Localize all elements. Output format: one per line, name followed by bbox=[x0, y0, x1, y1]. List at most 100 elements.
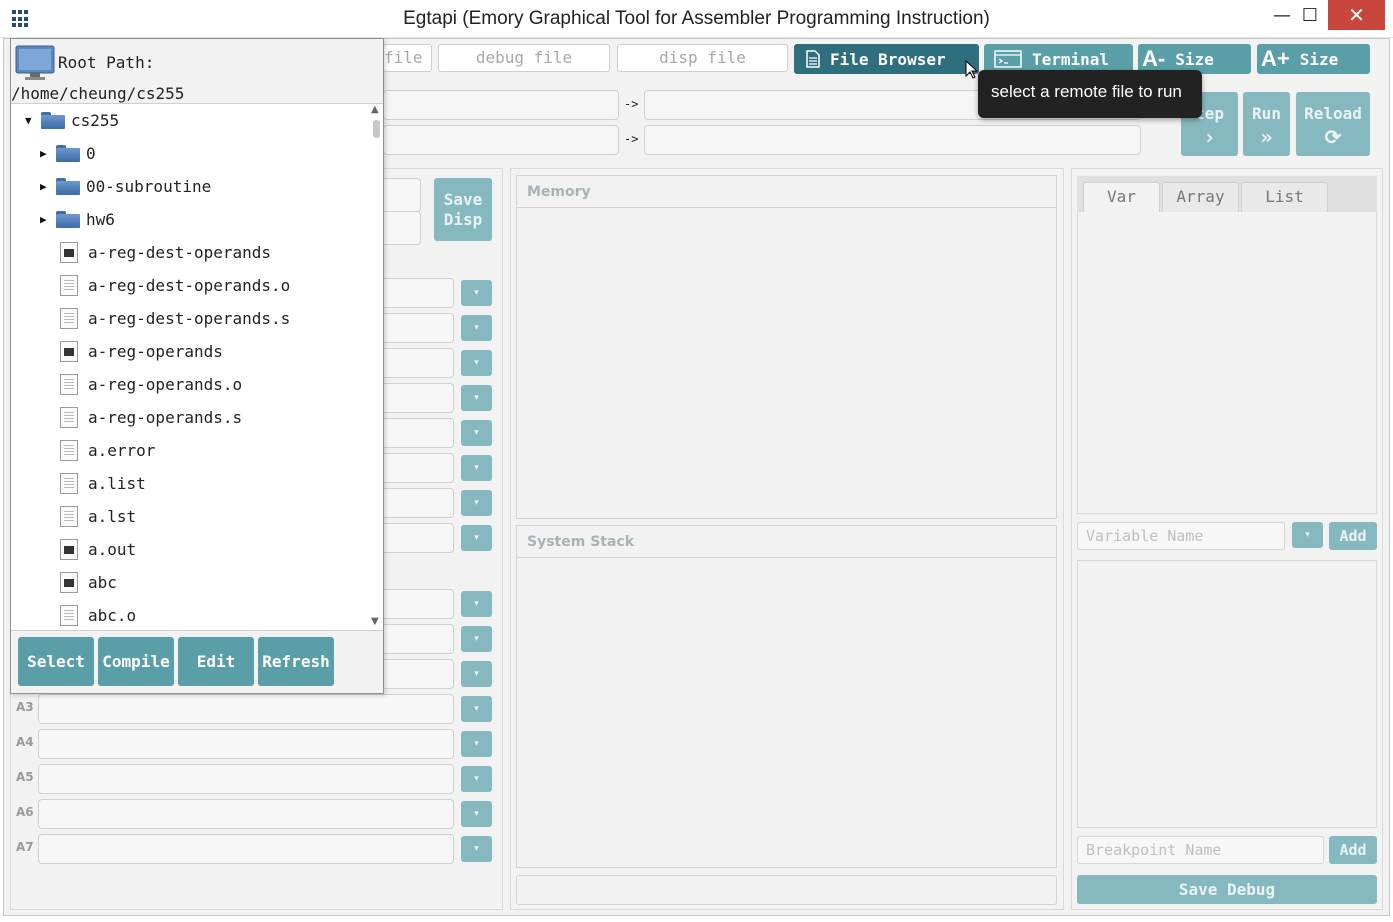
close-button[interactable]: ✕ bbox=[1328, 0, 1385, 30]
edit-button[interactable]: Edit bbox=[178, 637, 254, 686]
terminal-icon bbox=[994, 50, 1022, 68]
register-dropdown[interactable]: ▾ bbox=[461, 315, 492, 341]
register-label-a7: A7 bbox=[16, 840, 34, 854]
collapsed-triangle-icon[interactable]: ▶ bbox=[40, 213, 54, 226]
register-dropdown[interactable]: ▾ bbox=[461, 420, 492, 446]
mapping-source-field-1[interactable] bbox=[383, 90, 619, 120]
tree-item-label: 00-subroutine bbox=[86, 177, 212, 196]
breakpoint-list bbox=[1077, 560, 1377, 828]
register-field-a5[interactable] bbox=[38, 764, 454, 794]
register-dropdown[interactable]: ▾ bbox=[461, 626, 492, 652]
window-title: Egtapi (Emory Graphical Tool for Assembl… bbox=[403, 8, 990, 29]
size-down-label: Size bbox=[1175, 49, 1214, 69]
tree-file-item[interactable]: a-reg-dest-operands bbox=[40, 236, 271, 269]
tab-array[interactable]: Array bbox=[1162, 182, 1239, 212]
reload-icon: ⟳ bbox=[1324, 125, 1342, 149]
run-button[interactable]: Run » bbox=[1243, 92, 1290, 156]
add-breakpoint-button[interactable]: Add bbox=[1329, 836, 1377, 864]
tree-file-item[interactable]: a.out bbox=[40, 533, 136, 566]
add-variable-button[interactable]: Add bbox=[1329, 522, 1377, 550]
tree-file-item[interactable]: a-reg-operands.o bbox=[40, 368, 242, 401]
mapping-target-field-2[interactable] bbox=[644, 125, 1141, 155]
tab-list[interactable]: List bbox=[1241, 182, 1328, 212]
run-file-field[interactable]: file bbox=[383, 44, 432, 72]
variable-name-input[interactable]: Variable Name bbox=[1077, 522, 1285, 550]
disp-file-field[interactable]: disp file bbox=[617, 44, 788, 72]
disp-field-1[interactable] bbox=[383, 178, 421, 212]
executable-file-icon bbox=[60, 572, 78, 593]
tree-file-item[interactable]: a.list bbox=[40, 467, 146, 500]
tree-item-label: a-reg-dest-operands.s bbox=[88, 309, 291, 328]
mapping-source-field-2[interactable] bbox=[383, 125, 619, 155]
tree-item-label: a.out bbox=[88, 540, 137, 559]
tree-folder-item[interactable]: ▶ 0 bbox=[40, 137, 96, 170]
increase-size-button[interactable]: A+ Size bbox=[1257, 44, 1370, 74]
register-field-a7[interactable] bbox=[38, 834, 454, 864]
file-browser-button[interactable]: File Browser bbox=[794, 44, 979, 74]
file-tree[interactable]: ▼ cs255 ▶ 0 ▶ 00-subroutine ▶ hw6 a-reg-dest-ope… bbox=[11, 103, 383, 631]
register-dropdown[interactable]: ▾ bbox=[461, 385, 492, 411]
tree-file-item[interactable]: a-reg-operands.s bbox=[40, 401, 242, 434]
register-dropdown[interactable]: ▾ bbox=[461, 591, 492, 617]
tree-file-item[interactable]: abc.o bbox=[40, 599, 137, 630]
text-file-icon bbox=[60, 473, 78, 494]
register-dropdown[interactable]: ▾ bbox=[461, 661, 492, 687]
register-dropdown-a3[interactable]: ▾ bbox=[461, 696, 492, 722]
compile-button[interactable]: Compile bbox=[98, 637, 174, 686]
register-dropdown[interactable]: ▾ bbox=[461, 490, 492, 516]
variable-type-dropdown[interactable]: ▾ bbox=[1292, 522, 1323, 548]
folder-icon bbox=[41, 112, 65, 129]
tree-file-item[interactable]: a.lst bbox=[40, 500, 136, 533]
register-label-a3: A3 bbox=[16, 700, 34, 714]
tree-item-label: a-reg-operands bbox=[88, 342, 223, 361]
reload-label: Reload bbox=[1304, 104, 1362, 123]
register-field-a6[interactable] bbox=[38, 799, 454, 829]
register-field-a3[interactable] bbox=[38, 694, 454, 724]
register-dropdown[interactable]: ▾ bbox=[461, 525, 492, 551]
tree-file-item[interactable]: a.error bbox=[40, 434, 155, 467]
tree-file-item[interactable]: a-reg-operands bbox=[40, 335, 223, 368]
breakpoint-name-input[interactable]: Breakpoint Name bbox=[1077, 836, 1324, 864]
register-label-a4: A4 bbox=[16, 735, 34, 749]
tree-item-label: a-reg-dest-operands bbox=[88, 243, 272, 262]
tree-scrollbar[interactable] bbox=[371, 104, 383, 630]
tree-item-label: a-reg-dest-operands.o bbox=[88, 276, 291, 295]
disp-field-2[interactable] bbox=[383, 211, 421, 245]
scroll-thumb[interactable] bbox=[373, 120, 380, 138]
register-dropdown[interactable]: ▾ bbox=[461, 350, 492, 376]
document-icon bbox=[806, 50, 820, 68]
select-button[interactable]: Select bbox=[18, 637, 94, 686]
scroll-down-icon[interactable]: ▼ bbox=[371, 616, 379, 627]
register-dropdown-a4[interactable]: ▾ bbox=[461, 731, 492, 757]
register-dropdown-a6[interactable]: ▾ bbox=[461, 801, 492, 827]
register-dropdown[interactable]: ▾ bbox=[461, 455, 492, 481]
tree-folder-item[interactable]: ▶ 00-subroutine bbox=[40, 170, 211, 203]
register-field-a4[interactable] bbox=[38, 729, 454, 759]
folder-icon bbox=[56, 211, 80, 228]
save-disp-button[interactable]: Save Disp bbox=[434, 178, 492, 241]
tree-item-label: abc.o bbox=[88, 606, 137, 625]
collapsed-triangle-icon[interactable]: ▶ bbox=[40, 147, 54, 160]
debug-file-field[interactable]: debug file bbox=[438, 44, 610, 72]
font-increase-icon: A+ bbox=[1261, 46, 1290, 71]
tree-folder-item[interactable]: ▼ cs255 bbox=[25, 104, 119, 137]
save-debug-button[interactable]: Save Debug bbox=[1077, 875, 1377, 904]
collapsed-triangle-icon[interactable]: ▶ bbox=[40, 180, 54, 193]
scroll-up-icon[interactable]: ▲ bbox=[371, 104, 379, 115]
register-dropdown-a7[interactable]: ▾ bbox=[461, 836, 492, 862]
memory-panel: Memory bbox=[516, 175, 1057, 519]
tree-folder-item[interactable]: ▶ hw6 bbox=[40, 203, 115, 236]
size-up-label: Size bbox=[1299, 49, 1339, 69]
tree-file-item[interactable]: a-reg-dest-operands.s bbox=[40, 302, 290, 335]
refresh-button[interactable]: Refresh bbox=[258, 637, 334, 686]
tree-file-item[interactable]: a-reg-dest-operands.o bbox=[40, 269, 290, 302]
maximize-button[interactable]: ☐ bbox=[1287, 0, 1333, 30]
tree-item-label: cs255 bbox=[71, 111, 120, 130]
tree-file-item[interactable]: abc bbox=[40, 566, 117, 599]
register-dropdown-a5[interactable]: ▾ bbox=[461, 766, 492, 792]
reload-button[interactable]: Reload ⟳ bbox=[1296, 92, 1370, 156]
tab-var[interactable]: Var bbox=[1083, 182, 1160, 212]
folder-icon bbox=[56, 178, 80, 195]
register-dropdown[interactable]: ▾ bbox=[461, 280, 492, 306]
expanded-triangle-icon[interactable]: ▼ bbox=[25, 114, 39, 127]
